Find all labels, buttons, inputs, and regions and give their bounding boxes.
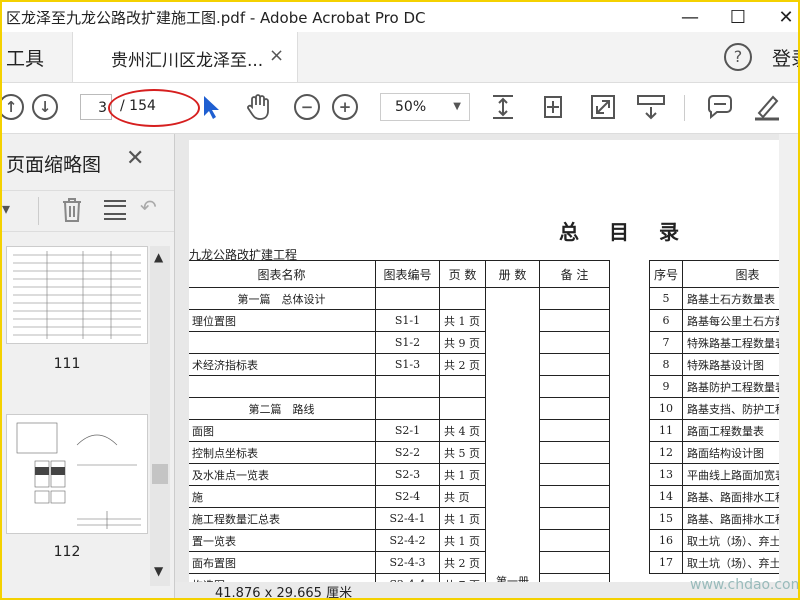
tab-document-label: 贵州汇川区龙泽至... — [111, 51, 264, 71]
thumbnail-label: 112 — [53, 544, 81, 560]
table-row: 控制点坐标表 S2-2 共 5 页 — [189, 441, 610, 464]
zoom-select[interactable]: 50% ▼ — [380, 93, 470, 121]
toolbar: ↑ ↓ 3 / 154 − + 50% ▼ — [2, 83, 798, 134]
tab-close-icon[interactable]: × — [269, 45, 284, 66]
red-annotation-ellipse — [108, 89, 200, 127]
table-header: 备 注 — [539, 260, 610, 288]
options-dropdown-icon[interactable]: ▾ — [2, 199, 10, 218]
document-scrollbar[interactable] — [779, 134, 798, 582]
table-row: 置一览表 S2-4-2 共 1 页 — [189, 529, 610, 552]
table-row: 12 路面结构设计图 — [648, 441, 798, 464]
app-window: 区龙泽至九龙公路改扩建施工图.pdf - Adobe Acrobat Pro D… — [0, 0, 800, 600]
help-icon[interactable]: ? — [724, 43, 752, 71]
scroll-down-icon[interactable]: ▼ — [154, 564, 163, 578]
zoom-value: 50% — [395, 99, 427, 115]
table-row: 17 取土坑（场）、弃土堆 — [648, 551, 798, 574]
window-title: 区龙泽至九龙公路改扩建施工图.pdf - Adobe Acrobat Pro D… — [6, 9, 426, 27]
insert-page-icon[interactable] — [102, 197, 128, 227]
table-row: 8 特殊路基设计图 — [648, 353, 798, 376]
panel-close-icon[interactable]: ✕ — [126, 146, 144, 171]
thumbnails-panel: 页面缩略图 ✕ ▾ ↶ 111 112 ▲ ▼ — [2, 134, 175, 598]
zoom-out-icon[interactable]: − — [292, 92, 322, 122]
table-header: 序号 — [648, 260, 684, 288]
table-row: 施工程数量汇总表 S2-4-1 共 1 页 — [189, 507, 610, 530]
maximize-button[interactable]: ☐ — [718, 4, 758, 30]
panel-divider — [38, 197, 39, 225]
tab-bar: 工具 贵州汇川区龙泽至... × ? 登录 — [2, 32, 798, 83]
undo-icon[interactable]: ↶ — [140, 195, 157, 219]
right-toc-table: 序号 图表 5 路基土石方数量表 6 路基每公里土石方数量表 7 特殊路基工程数量表 … — [648, 260, 798, 574]
table-header: 图表名称 — [189, 260, 376, 288]
scroll-mode-icon[interactable] — [636, 92, 666, 122]
table-row: 13 平曲线上路面加宽表 — [648, 463, 798, 486]
thumbnail-label: 111 — [53, 356, 81, 372]
table-header: 册 数 — [485, 260, 540, 288]
table-row: 面图 S2-1 共 4 页 — [189, 419, 610, 442]
table-row: 术经济指标表 S1-3 共 2 页 — [189, 353, 610, 376]
watermark: www.chdao.com — [690, 577, 800, 593]
panel-title: 页面缩略图 — [6, 154, 102, 176]
panel-toolbar: ▾ ↶ — [2, 190, 174, 232]
select-cursor-icon[interactable] — [196, 92, 226, 122]
table-row: 7 特殊路基工程数量表 — [648, 331, 798, 354]
scroll-up-icon[interactable]: ▲ — [154, 250, 163, 264]
thumbnail-page[interactable] — [6, 414, 148, 534]
table-row — [189, 375, 610, 398]
table-row: 10 路基支挡、防护工程设计 — [648, 397, 798, 420]
table-row: 15 路基、路面排水工程设计 — [648, 507, 798, 530]
table-row: 施 S2-4 共 页 — [189, 485, 610, 508]
thumbnail-list: 111 112 — [2, 246, 150, 598]
toc-heading: 总目录 — [559, 220, 709, 244]
zoom-in-icon[interactable]: + — [330, 92, 360, 122]
previous-page-icon[interactable]: ↑ — [2, 92, 26, 122]
trash-icon[interactable] — [60, 197, 84, 227]
fit-page-icon[interactable] — [488, 92, 518, 122]
chevron-down-icon: ▼ — [453, 101, 461, 112]
table-row: 及水准点一览表 S2-3 共 1 页 — [189, 463, 610, 486]
tab-tools[interactable]: 工具 — [2, 32, 74, 82]
scrollbar-thumb[interactable] — [152, 464, 168, 484]
full-screen-icon[interactable] — [588, 92, 618, 122]
rotate-page-icon[interactable] — [538, 92, 568, 122]
table-row: S1-2 共 9 页 — [189, 331, 610, 354]
title-bar: 区龙泽至九龙公路改扩建施工图.pdf - Adobe Acrobat Pro D… — [2, 2, 798, 32]
login-button[interactable]: 登录 — [772, 44, 798, 71]
table-row: 6 路基每公里土石方数量表 — [648, 309, 798, 332]
close-window-button[interactable]: ✕ — [766, 4, 798, 30]
pdf-page: 总目录 九龙公路改扩建工程 图表名称 图表编号 页 数 册 数 备 注 第一篇 … — [189, 140, 798, 598]
hand-tool-icon[interactable] — [244, 92, 274, 122]
next-page-icon[interactable]: ↓ — [30, 92, 60, 122]
left-toc-table: 图表名称 图表编号 页 数 册 数 备 注 第一篇 总体设计第一册 理位置图S1… — [189, 260, 610, 596]
table-row: 第二篇 路线 — [189, 397, 610, 420]
table-row: 9 路基防护工程数量表 — [648, 375, 798, 398]
table-row: 14 路基、路面排水工程数量 — [648, 485, 798, 508]
volume-cell: 第一册 — [485, 287, 540, 596]
table-header: 页 数 — [439, 260, 486, 288]
table-row: 面布置图 S2-4-3 共 2 页 — [189, 551, 610, 574]
table-row: 5 路基土石方数量表 — [648, 287, 798, 310]
tab-document[interactable]: 贵州汇川区龙泽至... × — [72, 32, 298, 82]
table-row: 16 取土坑（场）、弃土堆 — [648, 529, 798, 552]
minimize-button[interactable]: — — [670, 4, 710, 30]
thumbnail-page[interactable] — [6, 246, 148, 344]
table-row: 11 路面工程数量表 — [648, 419, 798, 442]
table-header: 图表编号 — [375, 260, 440, 288]
comment-icon[interactable] — [704, 92, 734, 122]
thumbnail-scrollbar[interactable]: ▲ ▼ — [150, 246, 170, 586]
toolbar-divider — [684, 95, 685, 121]
page-size: 41.876 x 29.665 厘米 — [215, 586, 353, 600]
document-view: 总目录 九龙公路改扩建工程 图表名称 图表编号 页 数 册 数 备 注 第一篇 … — [175, 134, 798, 598]
table-row: 理位置图 S1-1 共 1 页 — [189, 309, 610, 332]
table-row: 第一篇 总体设计第一册 — [189, 287, 610, 596]
highlight-pen-icon[interactable] — [752, 92, 782, 122]
